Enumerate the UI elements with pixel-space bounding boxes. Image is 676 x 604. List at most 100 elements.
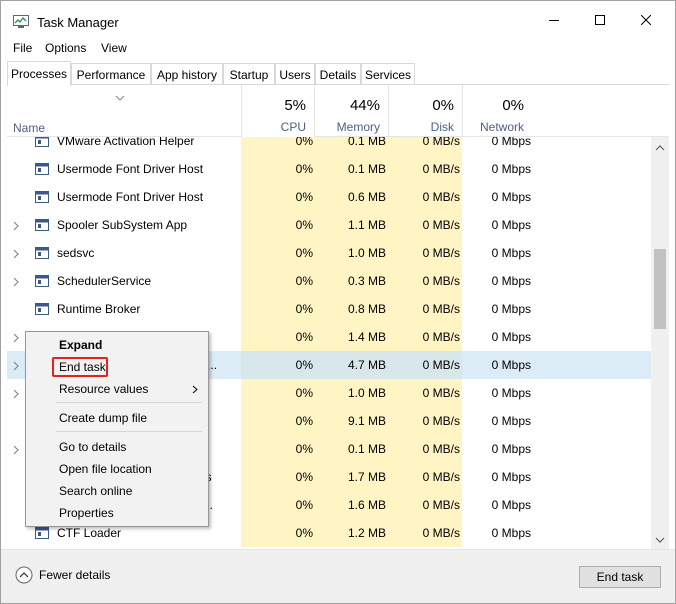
network-label: Network: [479, 120, 524, 134]
process-icon: [35, 275, 49, 287]
process-name: Spooler SubSystem App: [57, 218, 188, 232]
tab-details[interactable]: Details: [315, 63, 361, 85]
ctx-expand[interactable]: Expand: [26, 334, 208, 356]
expand-chevron-icon[interactable]: [13, 444, 19, 458]
cell-cpu: 0%: [295, 246, 313, 260]
tab-strip: Processes Performance App history Startu…: [7, 61, 669, 86]
cell-net: 0 Mbps: [491, 190, 531, 204]
scrollbar-thumb[interactable]: [654, 249, 666, 329]
ctx-search-online[interactable]: Search online: [26, 480, 208, 502]
column-cpu[interactable]: 5% CPU: [241, 85, 314, 137]
tab-startup[interactable]: Startup: [223, 63, 275, 85]
cell-disk: 0 MB/s: [422, 498, 460, 512]
expand-chevron-icon[interactable]: [13, 220, 19, 234]
process-row[interactable]: SchedulerService 0% 0.3 MB 0 MB/s 0 Mbps: [7, 267, 651, 295]
cell-cpu: 0%: [295, 302, 313, 316]
fewer-details-button[interactable]: Fewer details: [15, 566, 110, 584]
cell-mem: 0.1 MB: [347, 137, 386, 148]
scroll-down-icon[interactable]: [655, 537, 665, 543]
tab-services[interactable]: Services: [361, 63, 415, 85]
sort-chevron-icon: [115, 95, 125, 101]
cell-disk: 0 MB/s: [422, 470, 460, 484]
column-disk[interactable]: 0% Disk: [388, 85, 462, 137]
ctx-end-task-label: End task: [59, 360, 106, 374]
cell-net: 0 Mbps: [491, 358, 531, 372]
process-row[interactable]: Usermode Font Driver Host 0% 0.6 MB 0 MB/s 0…: [7, 183, 651, 211]
ctx-go-to-details-label: Go to details: [59, 440, 127, 454]
cell-disk: 0 MB/s: [422, 386, 460, 400]
process-row[interactable]: VMware Activation Helper 0% 0.1 MB 0 MB/s 0 …: [7, 137, 651, 155]
process-icon: [35, 247, 49, 259]
process-name: VMware Activation Helper: [57, 137, 195, 148]
cell-mem: 1.0 MB: [347, 246, 386, 260]
ctx-search-online-label: Search online: [59, 484, 133, 498]
tab-processes[interactable]: Processes: [7, 61, 71, 86]
process-name: sedsvc: [57, 246, 95, 260]
expand-chevron-icon[interactable]: [13, 388, 19, 402]
cell-mem: 1.4 MB: [347, 330, 386, 344]
scroll-up-icon[interactable]: [655, 145, 665, 151]
menu-view[interactable]: View: [101, 41, 127, 55]
footer-bar: Fewer details End task: [1, 549, 675, 603]
submenu-arrow-icon: [192, 385, 198, 394]
close-icon: [641, 15, 651, 25]
tab-performance[interactable]: Performance: [71, 63, 151, 85]
cell-net: 0 Mbps: [491, 137, 531, 148]
cell-disk: 0 MB/s: [422, 162, 460, 176]
expand-chevron-icon[interactable]: [13, 332, 19, 346]
cell-net: 0 Mbps: [491, 442, 531, 456]
network-total: 0%: [502, 97, 524, 114]
cell-mem: 0.1 MB: [347, 442, 386, 456]
expand-chevron-icon[interactable]: [13, 360, 19, 374]
maximize-button[interactable]: [577, 1, 623, 39]
window-title: Task Manager: [37, 15, 119, 30]
cpu-label: CPU: [280, 120, 306, 134]
column-memory[interactable]: 44% Memory: [314, 85, 388, 137]
cell-disk: 0 MB/s: [422, 526, 460, 540]
cell-cpu: 0%: [295, 218, 313, 232]
ctx-create-dump-label: Create dump file: [59, 411, 148, 425]
process-icon: [35, 527, 49, 539]
ctx-resource-values[interactable]: Resource values: [26, 378, 208, 400]
process-row[interactable]: Spooler SubSystem App 0% 1.1 MB 0 MB/s 0 Mbp…: [7, 211, 651, 239]
ctx-expand-label: Expand: [59, 338, 103, 352]
cell-disk: 0 MB/s: [422, 137, 460, 148]
process-row[interactable]: Runtime Broker 0% 0.8 MB 0 MB/s 0 Mbps: [7, 295, 651, 323]
minimize-button[interactable]: [531, 1, 577, 39]
cell-disk: 0 MB/s: [422, 218, 460, 232]
ctx-open-file-location-label: Open file location: [59, 462, 152, 476]
cell-net: 0 Mbps: [491, 246, 531, 260]
collapse-circle-icon: [15, 566, 33, 584]
expand-chevron-icon[interactable]: [13, 248, 19, 262]
column-name[interactable]: Name: [13, 121, 45, 135]
menu-options[interactable]: Options: [45, 41, 86, 55]
ctx-properties[interactable]: Properties: [26, 502, 208, 524]
menu-file[interactable]: File: [13, 41, 32, 55]
cell-cpu: 0%: [295, 330, 313, 344]
close-button[interactable]: [623, 1, 669, 39]
cell-cpu: 0%: [295, 470, 313, 484]
fewer-details-label: Fewer details: [39, 568, 111, 582]
vertical-scrollbar[interactable]: [651, 137, 669, 549]
tab-users[interactable]: Users: [275, 63, 315, 85]
cell-disk: 0 MB/s: [422, 246, 460, 260]
process-icon: [35, 137, 49, 147]
cell-mem: 1.6 MB: [347, 498, 386, 512]
cell-disk: 0 MB/s: [422, 274, 460, 288]
end-task-button[interactable]: End task: [579, 566, 661, 588]
ctx-go-to-details[interactable]: Go to details: [26, 436, 208, 458]
process-name: CTF Loader: [57, 526, 122, 540]
ctx-create-dump[interactable]: Create dump file: [26, 407, 208, 429]
tab-app-history[interactable]: App history: [151, 63, 223, 85]
process-row[interactable]: sedsvc 0% 1.0 MB 0 MB/s 0 Mbps: [7, 239, 651, 267]
ctx-end-task[interactable]: End task: [26, 356, 208, 378]
column-network[interactable]: 0% Network: [462, 85, 532, 137]
process-name: SchedulerService: [57, 274, 152, 288]
ctx-open-file-location[interactable]: Open file location: [26, 458, 208, 480]
cell-net: 0 Mbps: [491, 470, 531, 484]
expand-chevron-icon[interactable]: [13, 276, 19, 290]
process-row[interactable]: Usermode Font Driver Host 0% 0.1 MB 0 MB/s 0…: [7, 155, 651, 183]
ctx-separator: [56, 431, 202, 432]
task-manager-window: Task Manager File Options View Processes…: [0, 0, 676, 604]
ctx-properties-label: Properties: [59, 506, 114, 520]
